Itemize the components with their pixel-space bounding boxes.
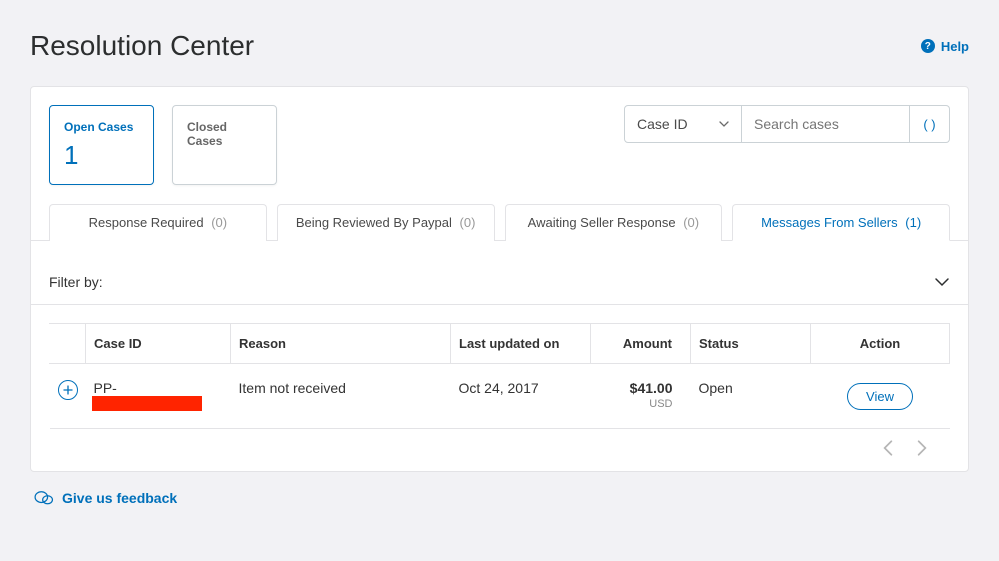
cell-reason: Item not received xyxy=(231,364,451,429)
redacted-block xyxy=(92,396,202,411)
open-cases-count: 1 xyxy=(64,140,139,171)
tab-count: (0) xyxy=(211,215,227,230)
chevron-down-icon xyxy=(719,121,729,127)
open-cases-card[interactable]: Open Cases 1 xyxy=(49,105,154,185)
search-type-label: Case ID xyxy=(637,116,688,132)
search-type-select[interactable]: Case ID xyxy=(624,105,742,143)
table-row: PP- Item not received Oct 24, 2017 $41.0… xyxy=(50,364,950,429)
tab-count: (0) xyxy=(460,215,476,230)
search-input[interactable] xyxy=(742,105,910,143)
help-icon: ? xyxy=(921,39,935,53)
tab-awaiting-seller[interactable]: Awaiting Seller Response (0) xyxy=(505,204,723,241)
case-id-prefix: PP- xyxy=(94,380,117,396)
feedback-label: Give us feedback xyxy=(62,490,177,506)
next-page-button[interactable] xyxy=(916,439,928,457)
prev-page-button[interactable] xyxy=(882,439,894,457)
tab-label: Response Required xyxy=(89,215,204,230)
expand-row-button[interactable] xyxy=(58,380,78,400)
help-label: Help xyxy=(941,39,969,54)
th-case-id: Case ID xyxy=(86,324,231,364)
filter-chevron-icon[interactable] xyxy=(934,277,950,287)
tab-being-reviewed[interactable]: Being Reviewed By Paypal (0) xyxy=(277,204,495,241)
page-title: Resolution Center xyxy=(30,30,254,62)
th-last-updated: Last updated on xyxy=(451,324,591,364)
tab-label: Being Reviewed By Paypal xyxy=(296,215,452,230)
tab-label: Awaiting Seller Response xyxy=(528,215,676,230)
search-button-glyph: ( ) xyxy=(923,117,935,132)
cases-table: Case ID Reason Last updated on Amount St… xyxy=(49,323,950,429)
cell-case-id: PP- xyxy=(86,364,231,429)
tab-count: (1) xyxy=(905,215,921,230)
tab-response-required[interactable]: Response Required (0) xyxy=(49,204,267,241)
search-button[interactable]: ( ) xyxy=(910,105,950,143)
cell-status: Open xyxy=(691,364,811,429)
tab-messages-from-sellers[interactable]: Messages From Sellers (1) xyxy=(732,204,950,241)
closed-cases-card[interactable]: Closed Cases xyxy=(172,105,277,185)
th-amount: Amount xyxy=(591,324,691,364)
tab-count: (0) xyxy=(683,215,699,230)
closed-cases-label: Closed Cases xyxy=(187,120,262,148)
amount-value: $41.00 xyxy=(599,380,673,396)
plus-icon xyxy=(63,385,73,395)
tab-label: Messages From Sellers xyxy=(761,215,898,230)
th-action: Action xyxy=(811,324,950,364)
filter-label: Filter by: xyxy=(49,274,103,290)
view-button[interactable]: View xyxy=(847,383,913,410)
cell-amount: $41.00 USD xyxy=(591,364,691,429)
open-cases-label: Open Cases xyxy=(64,120,139,134)
help-link[interactable]: ? Help xyxy=(921,39,969,54)
amount-currency: USD xyxy=(599,398,673,410)
cell-last-updated: Oct 24, 2017 xyxy=(451,364,591,429)
feedback-link[interactable]: Give us feedback xyxy=(30,472,969,506)
th-status: Status xyxy=(691,324,811,364)
main-panel: Open Cases 1 Closed Cases Case ID ( ) xyxy=(30,86,969,472)
feedback-icon xyxy=(34,490,54,506)
th-reason: Reason xyxy=(231,324,451,364)
